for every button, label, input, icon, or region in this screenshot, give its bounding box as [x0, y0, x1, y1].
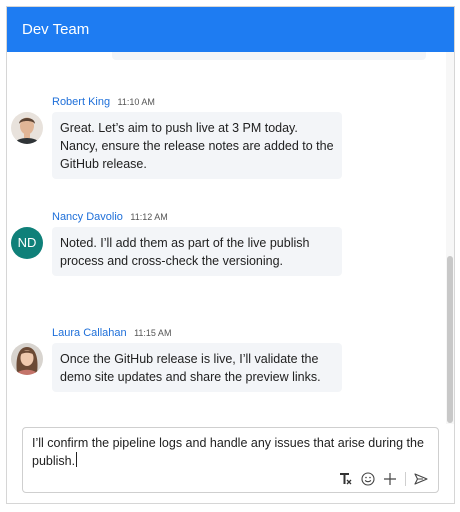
user-photo-icon [11, 343, 43, 375]
clear-format-glyph [340, 473, 352, 485]
clear-format-icon[interactable] [335, 470, 357, 488]
user-photo-icon [11, 112, 43, 144]
message-list[interactable]: Robert King 11:10 AM Great. Let’s aim to… [7, 52, 454, 424]
message-author[interactable]: Robert King [52, 96, 110, 108]
message-bubble: Once the GitHub release is live, I’ll va… [52, 343, 342, 392]
toolbar-divider [405, 472, 406, 486]
message-bubble: Great. Let’s aim to push live at 3 PM to… [52, 112, 342, 179]
previous-message-bubble [112, 52, 426, 60]
message-header: Laura Callahan 11:15 AM [52, 325, 171, 340]
message-author[interactable]: Laura Callahan [52, 327, 127, 339]
chat-header-title: Dev Team [7, 7, 454, 52]
chat-window: Dev Team Robert King 11:10 AM Great. Let… [6, 6, 455, 504]
message-header: Nancy Davolio 11:12 AM [52, 209, 168, 224]
avatar-nancy-davolio[interactable]: ND [11, 227, 43, 259]
message-time: 11:10 AM [117, 97, 155, 107]
composer-toolbar [335, 470, 432, 488]
avatar-laura-callahan[interactable] [11, 343, 43, 375]
send-icon[interactable] [410, 470, 432, 488]
emoji-icon[interactable] [357, 470, 379, 488]
scrollbar-thumb[interactable] [447, 256, 453, 423]
message-bubble: Noted. I’ll add them as part of the live… [52, 227, 342, 276]
message-composer[interactable]: I’ll confirm the pipeline logs and handl… [22, 427, 439, 493]
attach-plus-icon[interactable] [379, 470, 401, 488]
plus-glyph [384, 473, 396, 485]
send-arrow-glyph [414, 473, 428, 485]
smiley-glyph [361, 472, 375, 486]
text-caret [76, 452, 78, 467]
message-header: Robert King 11:10 AM [52, 94, 155, 109]
message-time: 11:15 AM [134, 328, 172, 338]
message-input-value: I’ll confirm the pipeline logs and handl… [32, 436, 424, 468]
message-input[interactable]: I’ll confirm the pipeline logs and handl… [32, 434, 427, 470]
message-time: 11:12 AM [130, 212, 168, 222]
message-scrollbar[interactable] [446, 52, 454, 424]
message-author[interactable]: Nancy Davolio [52, 211, 123, 223]
avatar-robert-king[interactable] [11, 112, 43, 144]
